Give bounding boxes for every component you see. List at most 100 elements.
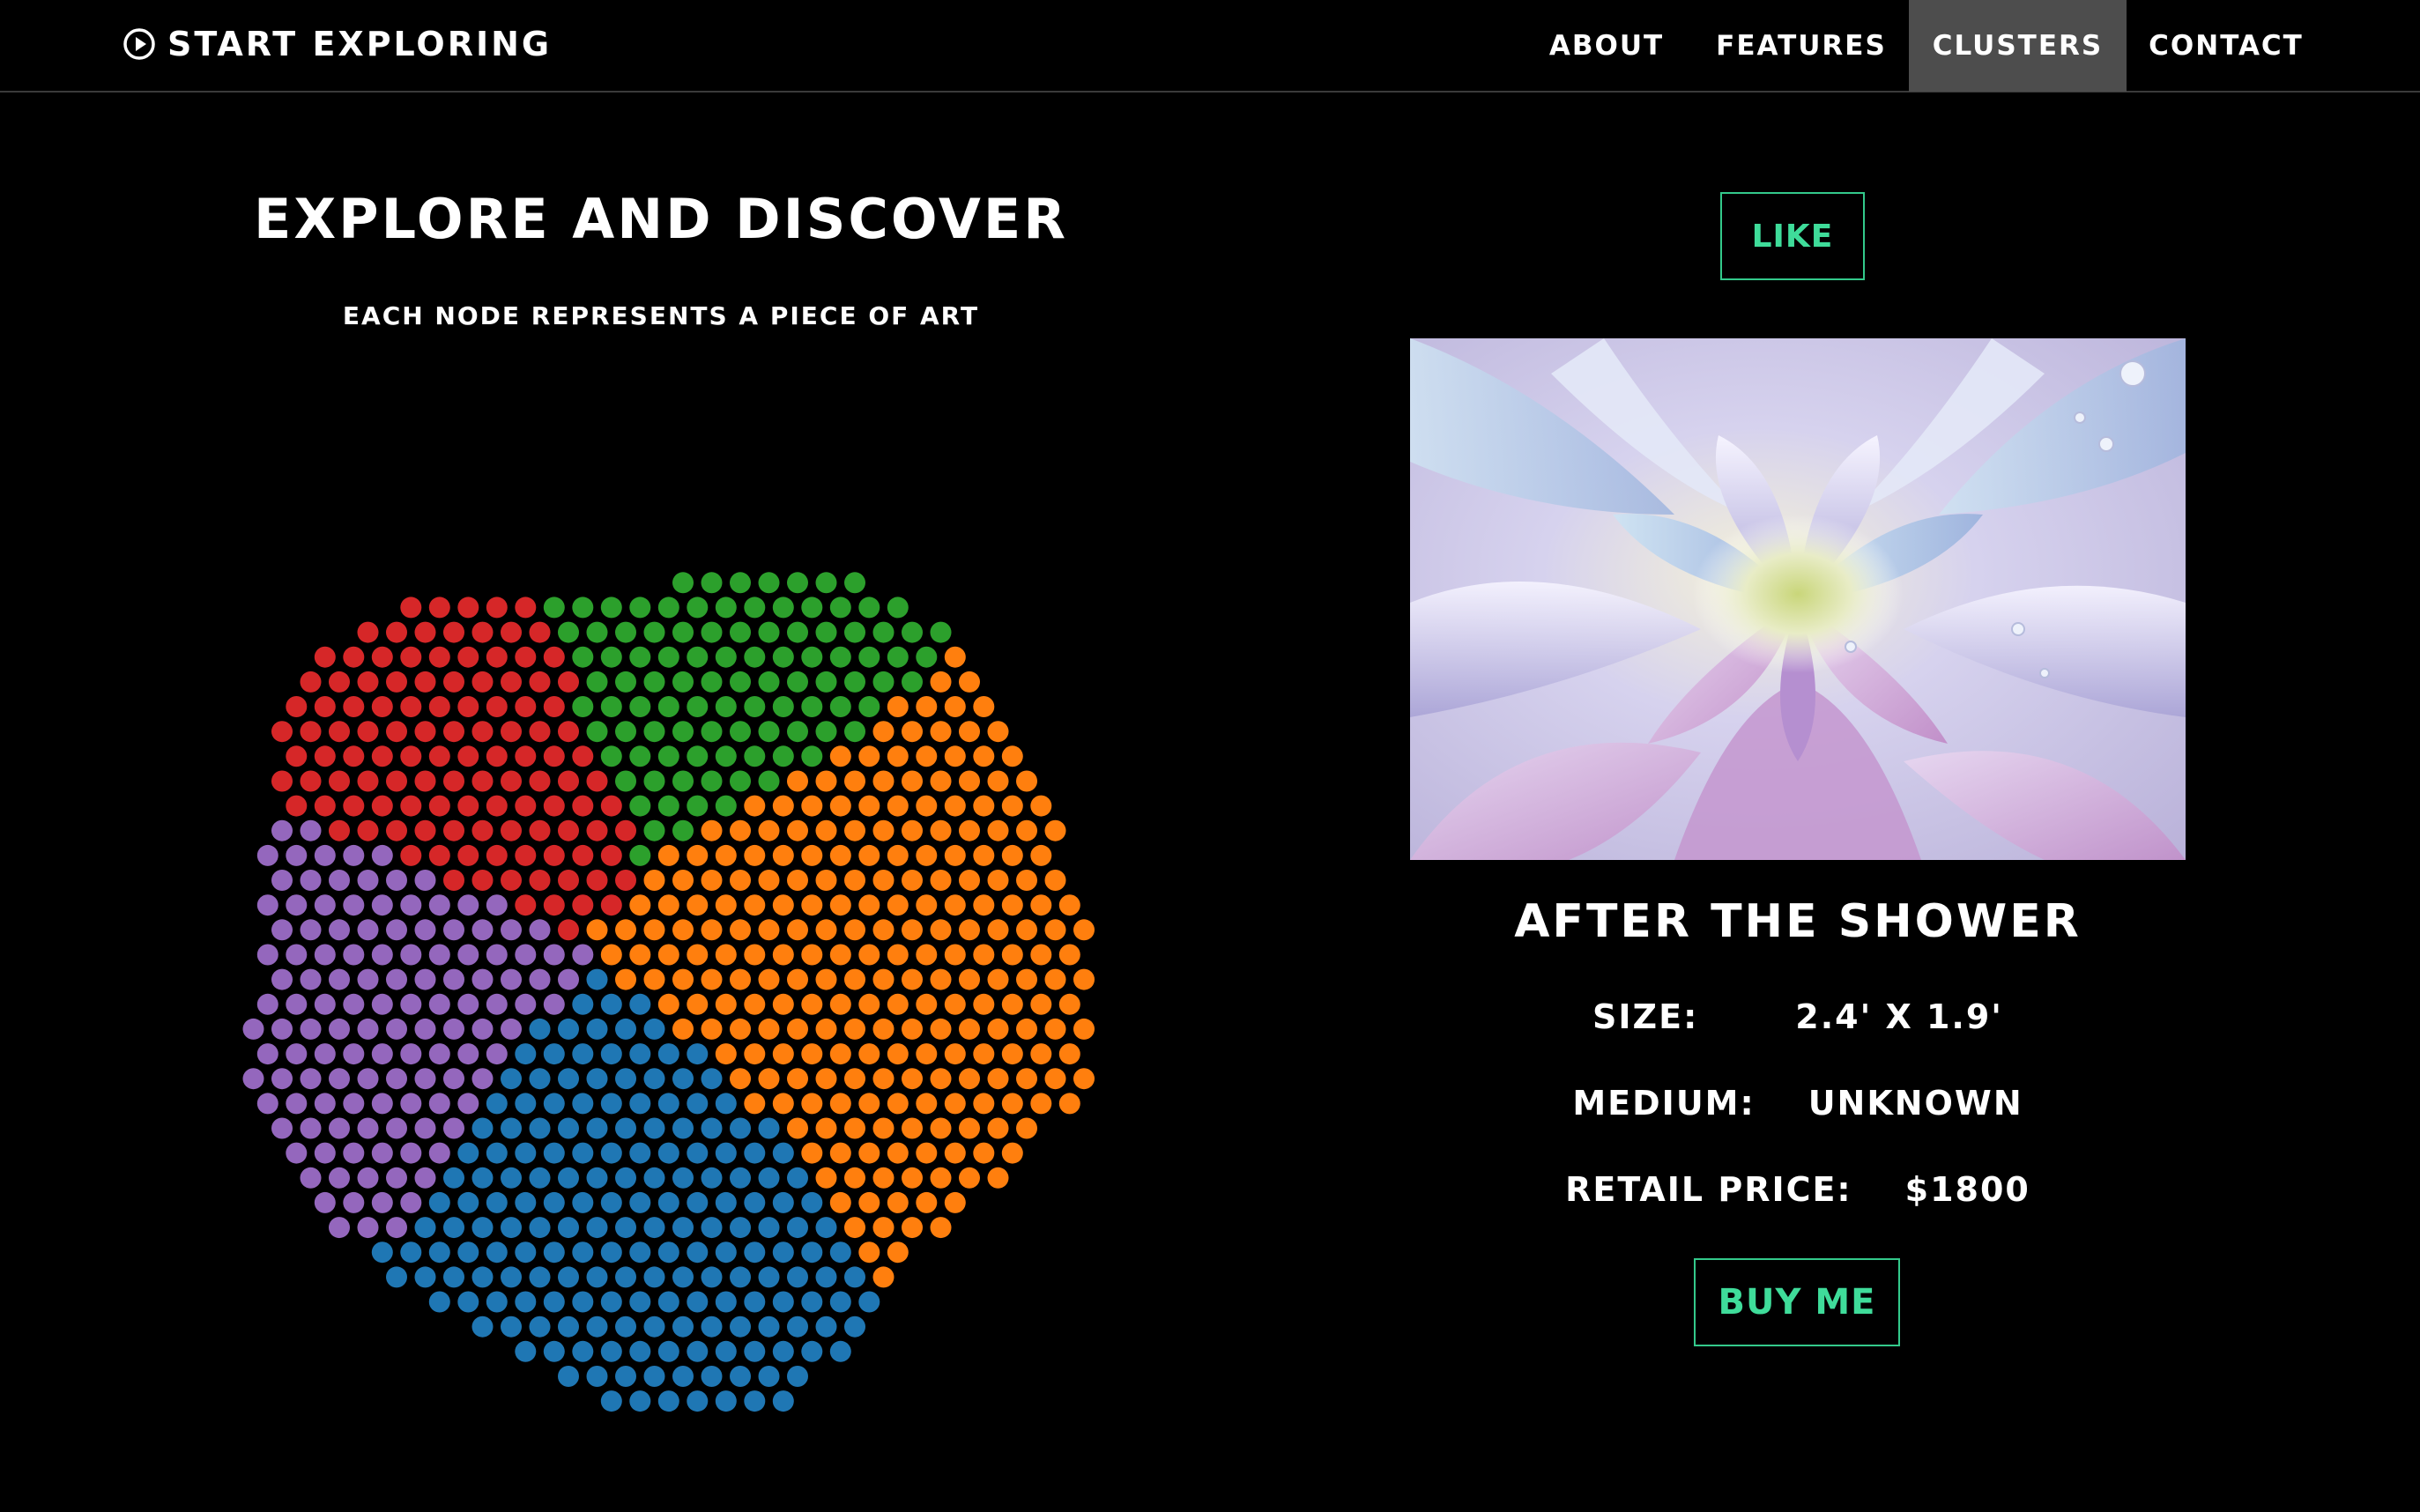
art-node[interactable] [987, 721, 1009, 743]
art-node[interactable] [829, 795, 851, 817]
art-node[interactable] [744, 1241, 766, 1264]
art-node[interactable] [386, 621, 407, 643]
art-node[interactable] [558, 1266, 579, 1288]
art-node[interactable] [772, 1142, 794, 1164]
art-node[interactable] [1016, 870, 1037, 891]
art-node[interactable] [687, 1390, 709, 1412]
art-node[interactable] [400, 597, 422, 619]
art-node[interactable] [1058, 993, 1080, 1015]
art-node[interactable] [486, 795, 508, 817]
art-node[interactable] [414, 1117, 436, 1139]
art-node[interactable] [529, 770, 551, 792]
art-node[interactable] [471, 1266, 494, 1288]
art-node[interactable] [414, 968, 436, 990]
art-node[interactable] [486, 1241, 508, 1264]
art-node[interactable] [744, 1142, 766, 1164]
art-node[interactable] [501, 770, 522, 792]
art-node[interactable] [543, 944, 565, 966]
art-node[interactable] [787, 1316, 808, 1338]
art-node[interactable] [400, 993, 422, 1015]
art-node[interactable] [787, 572, 808, 594]
art-node[interactable] [815, 770, 837, 792]
art-node[interactable] [600, 1191, 622, 1213]
art-node[interactable] [815, 919, 837, 941]
art-node[interactable] [558, 1018, 579, 1040]
art-node[interactable] [343, 646, 365, 668]
art-node[interactable] [758, 572, 780, 594]
art-node[interactable] [600, 1093, 622, 1115]
art-node[interactable] [501, 1167, 522, 1189]
art-node[interactable] [687, 696, 709, 717]
art-node[interactable] [744, 795, 766, 817]
art-node[interactable] [701, 621, 723, 643]
art-node[interactable] [486, 944, 508, 966]
art-node[interactable] [916, 1043, 938, 1065]
art-node[interactable] [600, 1340, 622, 1362]
art-node[interactable] [643, 1167, 665, 1189]
art-node[interactable] [414, 721, 436, 743]
art-node[interactable] [629, 745, 651, 767]
art-node[interactable] [286, 795, 308, 817]
art-node[interactable] [858, 1093, 880, 1115]
art-node[interactable] [887, 1043, 909, 1065]
art-node[interactable] [744, 1093, 766, 1115]
art-node[interactable] [730, 1068, 751, 1090]
art-node[interactable] [586, 621, 608, 643]
art-node[interactable] [744, 944, 766, 966]
art-node[interactable] [987, 1068, 1009, 1090]
art-node[interactable] [572, 1241, 594, 1264]
art-node[interactable] [256, 944, 278, 966]
art-node[interactable] [615, 721, 636, 743]
art-node[interactable] [501, 1316, 522, 1338]
art-node[interactable] [844, 721, 865, 743]
art-node[interactable] [1030, 894, 1052, 916]
art-node[interactable] [829, 1093, 851, 1115]
art-node[interactable] [1073, 919, 1095, 941]
art-node[interactable] [357, 819, 379, 841]
art-node[interactable] [428, 597, 450, 619]
art-node[interactable] [872, 919, 895, 941]
art-node[interactable] [501, 919, 522, 941]
art-node[interactable] [543, 1043, 565, 1065]
art-node[interactable] [887, 993, 909, 1015]
art-node[interactable] [887, 1093, 909, 1115]
art-node[interactable] [572, 646, 594, 668]
art-node[interactable] [872, 1167, 895, 1189]
art-node[interactable] [386, 671, 407, 693]
art-node[interactable] [314, 944, 336, 966]
art-node[interactable] [657, 844, 679, 866]
art-node[interactable] [515, 597, 537, 619]
art-node[interactable] [558, 870, 579, 891]
art-node[interactable] [343, 944, 365, 966]
art-node[interactable] [930, 1217, 952, 1239]
art-node[interactable] [902, 919, 923, 941]
art-node[interactable] [629, 795, 651, 817]
art-node[interactable] [657, 1093, 679, 1115]
nav-item-contact[interactable]: CONTACT [2142, 0, 2311, 92]
art-node[interactable] [572, 1093, 594, 1115]
art-node[interactable] [902, 870, 923, 891]
art-node[interactable] [801, 993, 823, 1015]
art-node[interactable] [572, 894, 594, 916]
art-node[interactable] [744, 1191, 766, 1213]
art-node[interactable] [428, 1191, 450, 1213]
art-node[interactable] [701, 919, 723, 941]
art-node[interactable] [600, 993, 622, 1015]
art-node[interactable] [386, 870, 407, 891]
art-node[interactable] [715, 993, 737, 1015]
art-node[interactable] [657, 1390, 679, 1412]
art-node[interactable] [872, 1068, 895, 1090]
art-node[interactable] [815, 1117, 837, 1139]
art-node[interactable] [286, 894, 308, 916]
art-node[interactable] [1016, 1117, 1037, 1139]
art-node[interactable] [730, 721, 751, 743]
art-node[interactable] [872, 1266, 895, 1288]
art-node[interactable] [829, 646, 851, 668]
art-node[interactable] [615, 1217, 636, 1239]
art-node[interactable] [730, 671, 751, 693]
art-node[interactable] [858, 1291, 880, 1313]
art-node[interactable] [414, 870, 436, 891]
art-node[interactable] [744, 993, 766, 1015]
art-node[interactable] [471, 919, 494, 941]
art-node[interactable] [657, 1340, 679, 1362]
